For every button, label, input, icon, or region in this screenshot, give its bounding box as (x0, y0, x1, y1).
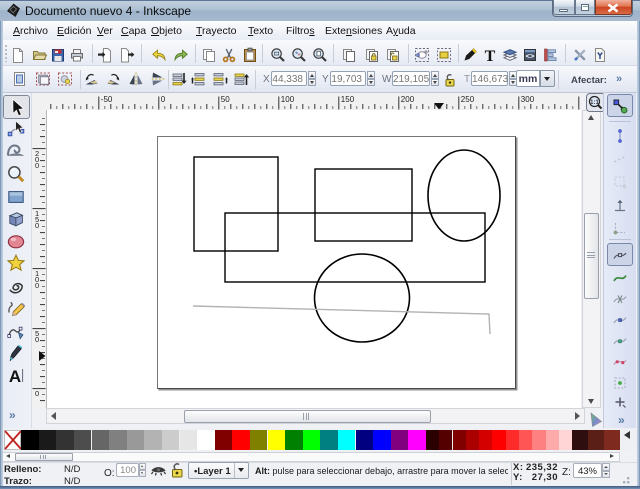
svg-text:0: 0 (35, 335, 39, 344)
svg-text:300: 300 (521, 95, 535, 104)
svg-text:-50: -50 (101, 95, 113, 104)
svg-text:0: 0 (161, 95, 166, 104)
svg-text:0: 0 (35, 161, 39, 170)
svg-text:250: 250 (461, 95, 475, 104)
svg-text:0: 0 (35, 221, 39, 230)
svg-text:T: T (485, 48, 496, 63)
svg-text:0: 0 (35, 281, 39, 290)
svg-text:100: 100 (281, 95, 295, 104)
svg-text:<>: <> (525, 54, 535, 62)
svg-text:200: 200 (401, 95, 415, 104)
svg-text:50: 50 (221, 95, 230, 104)
svg-text:150: 150 (341, 95, 355, 104)
svg-text:0: 0 (35, 389, 39, 398)
svg-text:1:1: 1:1 (590, 100, 599, 106)
svg-text:A: A (9, 367, 21, 384)
